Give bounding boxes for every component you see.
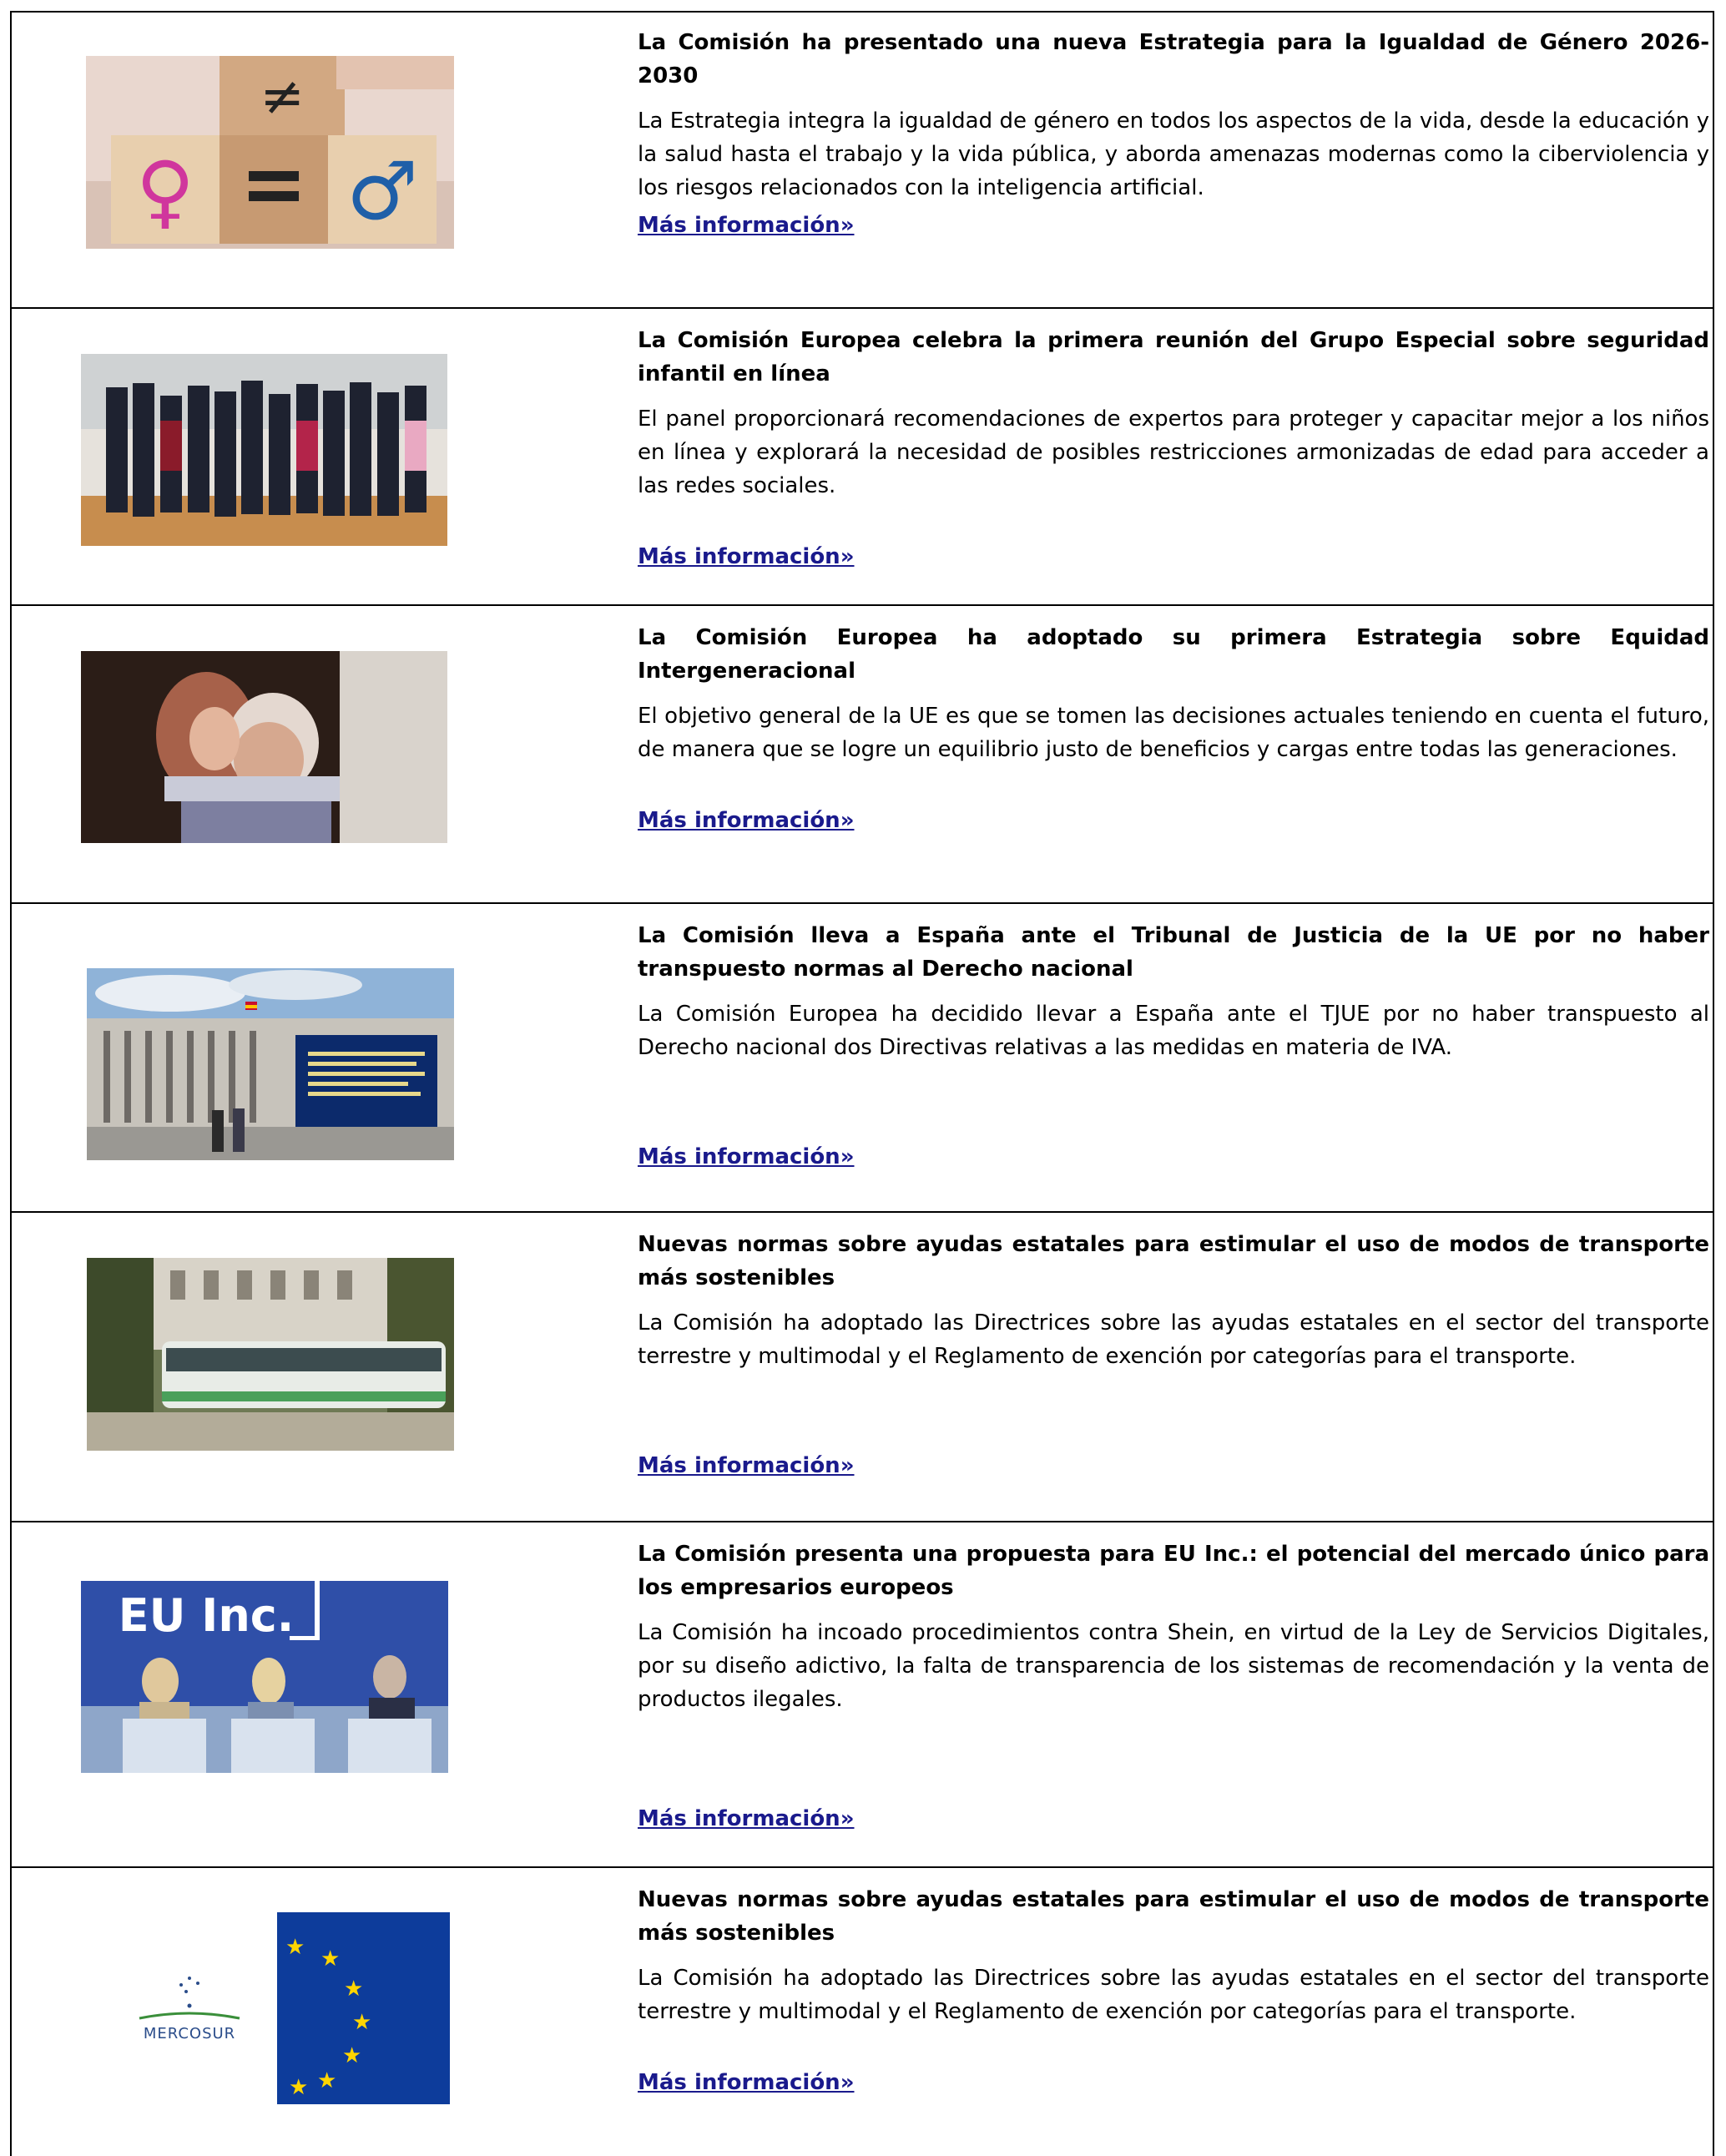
group-photo-image xyxy=(81,354,447,546)
eu-flag-image: ★ ★ ★ ★ ★ ★ ★ xyxy=(277,1912,450,2104)
mercosur-logo-text: MERCOSUR xyxy=(144,2025,235,2042)
court-building-image xyxy=(87,968,454,1160)
more-info-link[interactable]: Más información» xyxy=(638,1805,855,1833)
news-row: La Comisión Europea celebra la primera r… xyxy=(10,309,1714,606)
article-title: La Comisión lleva a España ante el Tribu… xyxy=(638,923,1709,982)
news-row: ≠ ♀ ♂ La Comisión ha presentado una nuev… xyxy=(10,11,1714,309)
gender-equality-image: ≠ ♀ ♂ xyxy=(86,56,454,249)
article-description: La Comisión ha adoptado las Directrices … xyxy=(638,1310,1709,1369)
mercosur-logo-image: MERCOSUR xyxy=(106,1960,273,2060)
svg-text:♂: ♂ xyxy=(346,144,418,238)
svg-text:★: ★ xyxy=(317,2068,336,2093)
article-title: La Comisión Europea ha adoptado su prime… xyxy=(638,625,1709,684)
more-info-link[interactable]: Más información» xyxy=(638,806,855,835)
article-description: El objetivo general de la UE es que se t… xyxy=(638,704,1709,762)
svg-text:♀: ♀ xyxy=(136,144,194,238)
tram-image xyxy=(87,1258,454,1451)
article-title: La Comisión ha presentado una nueva Estr… xyxy=(638,30,1709,88)
eu-inc-banner-text: EU Inc. xyxy=(119,1589,295,1642)
article-description: La Estrategia integra la igualdad de gén… xyxy=(638,109,1709,200)
more-info-link[interactable]: Más información» xyxy=(638,2068,855,2097)
news-row: EU Inc. La Comisión presenta una propues… xyxy=(10,1522,1714,1868)
news-row: Nuevas normas sobre ayudas estatales par… xyxy=(10,1213,1714,1522)
article-title: Nuevas normas sobre ayudas estatales par… xyxy=(638,1887,1709,1946)
svg-text:★: ★ xyxy=(344,1977,363,2002)
more-info-link[interactable]: Más información» xyxy=(638,1452,855,1480)
svg-text:★: ★ xyxy=(352,2010,371,2035)
article-description: La Comisión ha adoptado las Directrices … xyxy=(638,1966,1709,2024)
article-title: La Comisión presenta una propuesta para … xyxy=(638,1542,1709,1600)
article-description: La Comisión ha incoado procedimientos co… xyxy=(638,1620,1709,1712)
grandmother-child-image xyxy=(81,651,447,843)
svg-text:★: ★ xyxy=(320,1946,340,1972)
article-description: El panel proporcionará recomendaciones d… xyxy=(638,406,1709,498)
news-row: La Comisión Europea ha adoptado su prime… xyxy=(10,606,1714,904)
news-row: La Comisión lleva a España ante el Tribu… xyxy=(10,904,1714,1213)
svg-text:★: ★ xyxy=(342,2043,361,2068)
svg-text:★: ★ xyxy=(285,1935,305,1960)
more-info-link[interactable]: Más información» xyxy=(638,1143,855,1171)
article-title: Nuevas normas sobre ayudas estatales par… xyxy=(638,1232,1709,1290)
article-title: La Comisión Europea celebra la primera r… xyxy=(638,328,1709,386)
article-description: La Comisión Europea ha decidido llevar a… xyxy=(638,1002,1709,1060)
more-info-link[interactable]: Más información» xyxy=(638,543,855,571)
press-conference-image: EU Inc. xyxy=(81,1581,448,1773)
svg-text:≠: ≠ xyxy=(260,66,305,128)
svg-text:★: ★ xyxy=(289,2075,308,2100)
news-row: MERCOSUR ★ ★ ★ ★ ★ ★ ★ Nuevas normas sob… xyxy=(10,1868,1714,2156)
more-info-link[interactable]: Más información» xyxy=(638,211,855,240)
